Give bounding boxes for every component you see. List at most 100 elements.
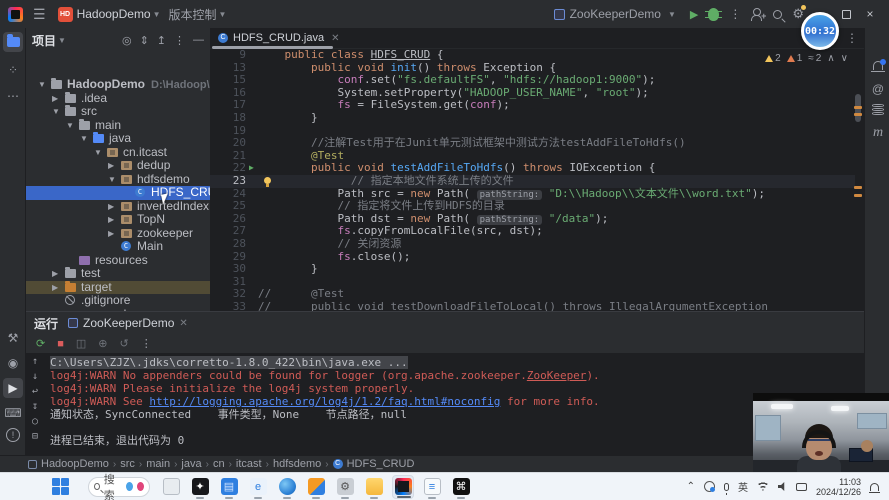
debug-button[interactable] <box>705 7 723 21</box>
tree-item-java[interactable]: ▼ java <box>26 131 210 146</box>
chevron-collapsed-icon[interactable]: ▶ <box>108 159 114 173</box>
editor-tab[interactable]: C HDFS_CRUD.java ✕ <box>210 28 347 49</box>
speaker-icon[interactable] <box>777 482 785 491</box>
tab-options-icon[interactable]: ⋮ <box>846 31 858 45</box>
tree-item-zookeeper[interactable]: ▶ zookeeper <box>26 226 210 241</box>
console-line[interactable]: log4j:WARN Please initialize the log4j s… <box>50 382 414 395</box>
search-everywhere-icon[interactable] <box>773 9 783 19</box>
notification-bell-icon[interactable] <box>869 482 880 493</box>
maximize-button[interactable] <box>842 9 851 19</box>
browser-circle-taskbar-button[interactable] <box>276 475 298 499</box>
touchpad-icon[interactable] <box>795 482 807 491</box>
problems-tool-button[interactable]: ! <box>6 428 20 442</box>
tree-item--gitignore[interactable]: .gitignore <box>26 293 210 308</box>
chevron-expanded-icon[interactable]: ▼ <box>38 78 46 92</box>
add-user-icon[interactable]: + <box>751 8 766 21</box>
console-line[interactable]: log4j:WARN No appenders could be found f… <box>50 369 600 382</box>
intellij-idea-taskbar-button[interactable] <box>392 474 414 499</box>
project-panel-title[interactable]: 项目 <box>32 32 56 49</box>
console-line[interactable]: log4j:WARN See http://logging.apache.org… <box>50 395 600 408</box>
inspections-widget[interactable]: 2 1 ≈2 ∧ ∨ <box>765 53 848 64</box>
run-tab[interactable]: ZooKeeperDemo ✕ <box>68 316 188 330</box>
run-test-gutter-icon[interactable]: ▶ <box>249 162 254 175</box>
breadcrumb-hdfs_crud[interactable]: HDFS_CRUD <box>347 458 415 470</box>
tree-item-target[interactable]: ▶ target <box>26 280 210 295</box>
chevron-expanded-icon[interactable]: ▼ <box>94 146 102 160</box>
console-link[interactable]: http://logging.apache.org/log4j/1.2/faq.… <box>149 395 500 408</box>
breadcrumb-itcast[interactable]: itcast <box>236 458 262 470</box>
run-tool-button[interactable]: ▶ <box>3 378 23 398</box>
layout-icon[interactable]: ◫ <box>76 337 86 350</box>
ai-assistant-icon[interactable]: @ <box>869 80 887 98</box>
history-icon[interactable]: ↺ <box>120 337 129 350</box>
chevron-collapsed-icon[interactable]: ▶ <box>52 92 58 106</box>
tree-item-hadoopdemo[interactable]: ▼HadoopDemoD:\Hadoop\HadoopDemo <box>26 77 281 92</box>
prev-occurrence-icon[interactable]: ↑ <box>32 356 38 367</box>
project-selector[interactable]: HadoopDemo ▼ <box>73 7 165 21</box>
more-icon[interactable]: ⋮ <box>174 34 185 47</box>
black-box-app-taskbar-button[interactable]: ✦ <box>189 475 211 499</box>
ie-browser-taskbar-button[interactable]: e <box>247 475 269 499</box>
breadcrumb-cn[interactable]: cn <box>213 458 225 470</box>
close-run-tab-icon[interactable]: ✕ <box>179 318 187 329</box>
main-menu-icon[interactable]: ☰ <box>33 6 46 23</box>
taskbar-search[interactable]: 搜索 <box>88 474 150 500</box>
build-tool-button[interactable]: ⚒ <box>3 328 23 348</box>
console-line[interactable]: 通知状态，SyncConnected 事件类型，None 节点路径，null <box>50 408 407 421</box>
more-tools-button[interactable]: ⋯ <box>3 86 23 106</box>
notepad-app-taskbar-button[interactable]: ≡ <box>421 475 443 499</box>
console-line[interactable]: C:\Users\ZJZ\.jdks\corretto-1.8.0_422\bi… <box>50 356 408 369</box>
orange-app-taskbar-button[interactable] <box>305 475 327 499</box>
chevron-collapsed-icon[interactable]: ▶ <box>108 200 114 214</box>
maven-icon[interactable]: m <box>869 124 887 142</box>
code-line-30[interactable]: 30 } <box>210 262 855 276</box>
tree-item-main[interactable]: C Main <box>26 239 210 254</box>
project-badge-icon[interactable]: HD <box>57 6 73 22</box>
tree-item-test[interactable]: ▶ test <box>26 266 210 281</box>
pc-manager-icon[interactable] <box>703 481 715 492</box>
typo-count[interactable]: ≈2 <box>808 53 821 64</box>
soft-wrap-icon[interactable]: ↩ <box>32 386 38 397</box>
terminal-tool-button[interactable]: ⌨ <box>3 403 23 423</box>
chevron-expanded-icon[interactable]: ▼ <box>108 173 116 187</box>
next-occurrence-icon[interactable]: ↓ <box>32 371 38 382</box>
chevron-expanded-icon[interactable]: ▼ <box>52 105 60 119</box>
file-explorer-taskbar-button[interactable] <box>363 475 385 499</box>
notifications-icon[interactable] <box>869 56 887 74</box>
editor-scrollbar[interactable] <box>854 50 862 310</box>
breadcrumb-hdfsdemo[interactable]: hdfsdemo <box>273 458 321 470</box>
more-options-icon[interactable]: ⋮ <box>141 337 152 350</box>
prev-problem-icon[interactable]: ∧ <box>827 53 834 64</box>
wifi-icon[interactable] <box>756 482 769 491</box>
clock-widget[interactable]: 11:03 2024/12/26 <box>816 477 861 497</box>
tree-item-topn[interactable]: ▶ TopN <box>26 212 210 227</box>
tree-item--idea[interactable]: ▶ .idea <box>26 91 210 106</box>
chevron-collapsed-icon[interactable]: ▶ <box>108 227 114 241</box>
database-icon[interactable] <box>869 100 887 118</box>
capcut-app-taskbar-button[interactable]: ⌘ <box>450 475 472 499</box>
next-problem-icon[interactable]: ∨ <box>841 53 848 64</box>
store-app-taskbar-button[interactable]: ▤ <box>218 475 240 499</box>
run-button[interactable]: ▶ <box>690 8 698 21</box>
stop-icon[interactable]: ■ <box>57 338 64 350</box>
recording-timer-overlay[interactable]: 00:32 <box>801 12 839 50</box>
hide-panel-icon[interactable]: — <box>193 34 204 47</box>
run-config-selector[interactable]: ZooKeeperDemo ▼ <box>550 7 680 21</box>
scroll-to-end-icon[interactable]: ↧ <box>32 401 38 412</box>
collapse-all-icon[interactable]: ↥ <box>157 34 166 47</box>
hidden-icons-chevron[interactable]: ⌃ <box>687 481 695 492</box>
tree-item-hdfsdemo[interactable]: ▼ hdfsdemo <box>26 172 210 187</box>
run-panel-title[interactable]: 运行 <box>34 315 58 332</box>
tree-item-cn-itcast[interactable]: ▼ cn.itcast <box>26 145 210 160</box>
tree-item-src[interactable]: ▼ src <box>26 104 210 119</box>
clear-all-icon[interactable]: ⊟ <box>32 431 38 442</box>
chevron-collapsed-icon[interactable]: ▶ <box>52 281 58 295</box>
tree-item-resources[interactable]: resources <box>26 253 210 268</box>
settings-gear-icon[interactable]: ⚙ <box>792 5 806 22</box>
start-button[interactable] <box>52 477 70 496</box>
structure-tool-button[interactable]: ⁘ <box>3 60 23 80</box>
breadcrumb-hadoopdemo[interactable]: HadoopDemo <box>41 458 109 470</box>
close-button[interactable]: × <box>861 7 879 21</box>
console-line[interactable]: 进程已结束，退出代码为 0 <box>50 434 184 447</box>
tree-item-invertedindex[interactable]: ▶ invertedIndex <box>26 199 210 214</box>
